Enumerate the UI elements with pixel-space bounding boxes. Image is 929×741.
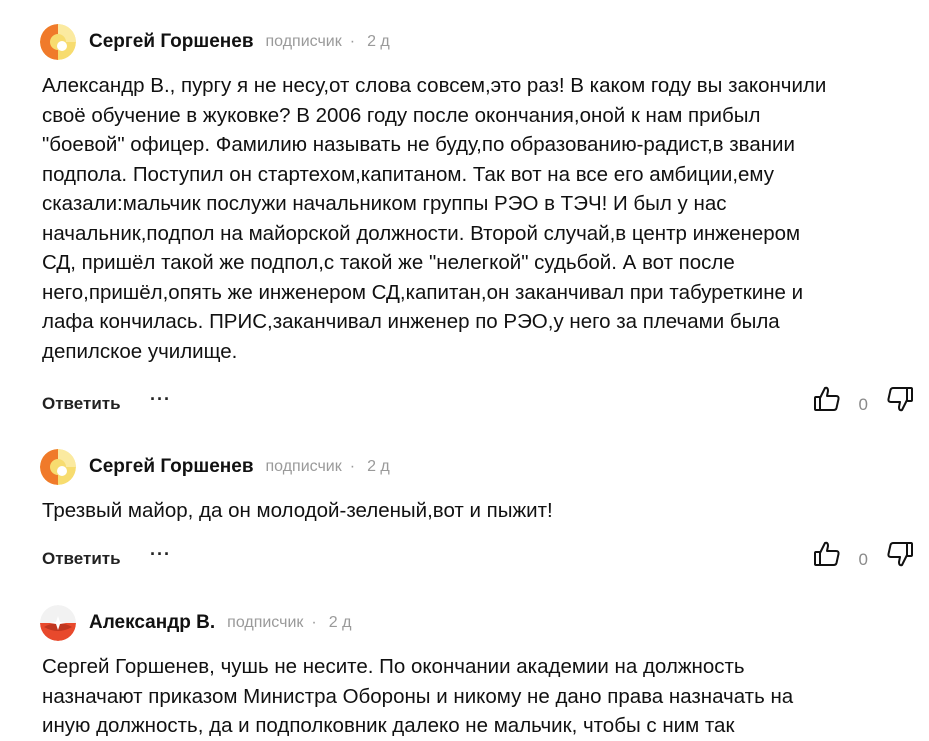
comment-header: Сергей Горшенев подписчик · 2 д (40, 22, 390, 62)
comment-actions: Ответить ··· 0 (42, 541, 915, 575)
meta-separator: · (349, 33, 356, 50)
comment-time: 2 д (367, 33, 390, 50)
comment-line: Трезвый майор, да он молодой-зеленый,вот… (42, 499, 553, 522)
comment-header: Сергей Горшенев подписчик · 2 д (40, 447, 390, 487)
comment-line: Сергей Горшенев, чушь не несите. По окон… (42, 655, 745, 678)
more-options-button[interactable]: ··· (150, 389, 171, 410)
like-count: 0 (858, 395, 868, 414)
thumbs-up-icon[interactable] (812, 384, 842, 414)
author-role: подписчик (227, 614, 304, 631)
comment-line: начальник,подпол на майорской должности.… (42, 221, 801, 245)
comment-time: 2 д (367, 458, 390, 475)
author-name[interactable]: Сергей Горшенев (89, 456, 254, 478)
reply-button[interactable]: Ответить (42, 394, 121, 414)
comment-line: назначают приказом Министра Обороны и ни… (42, 684, 794, 708)
reply-button[interactable]: Ответить (42, 549, 121, 569)
comment-line: Александр В., пургу я не несу,от слова с… (42, 74, 827, 97)
author-name[interactable]: Александр В. (89, 612, 215, 634)
comment-actions: Ответить ··· 0 (42, 386, 915, 420)
comment-line: СД, пришёл такой же подпол,с такой же "н… (42, 251, 735, 274)
author-name[interactable]: Сергей Горшенев (89, 31, 254, 53)
thumbs-up-icon[interactable] (812, 539, 842, 569)
comment-header: Александр В. подписчик · 2 д (40, 603, 351, 643)
comment-line: лафа кончилась. ПРИС,заканчивал инженер … (42, 310, 780, 333)
thumbs-down-icon[interactable] (885, 384, 915, 414)
avatar[interactable] (40, 24, 76, 60)
comment-text: Сергей Горшенев, чушь не несите. По окон… (42, 652, 902, 741)
comment-line: сказали:мальчик послужи начальником груп… (42, 192, 727, 215)
more-options-button[interactable]: ··· (150, 544, 171, 565)
meta-separator: · (311, 614, 317, 631)
thumbs-down-icon[interactable] (885, 539, 915, 569)
comment-line: иную должность, да и подполковник далеко… (42, 714, 735, 737)
comment-time: 2 д (328, 614, 352, 631)
comment-line: своё обучение в жуковке? В 2006 году пос… (42, 103, 761, 127)
author-role: подписчик (265, 33, 342, 50)
meta-separator: · (349, 458, 356, 475)
avatar[interactable] (40, 605, 76, 641)
comment-line: "боевой" офицер. Фамилию называть не буд… (42, 133, 795, 156)
comment-text: Трезвый майор, да он молодой-зеленый,вот… (42, 496, 902, 526)
comment-line: депилское училище. (42, 339, 238, 363)
like-count: 0 (858, 550, 868, 569)
comment-line: него,пришёл,опять же инженером СД,капита… (42, 280, 804, 304)
comment-line: подпола. Поступил он стартехом,капитаном… (42, 162, 775, 186)
avatar[interactable] (40, 449, 76, 485)
comment-text: Александр В., пургу я не несу,от слова с… (42, 71, 902, 366)
author-role: подписчик (265, 458, 342, 475)
